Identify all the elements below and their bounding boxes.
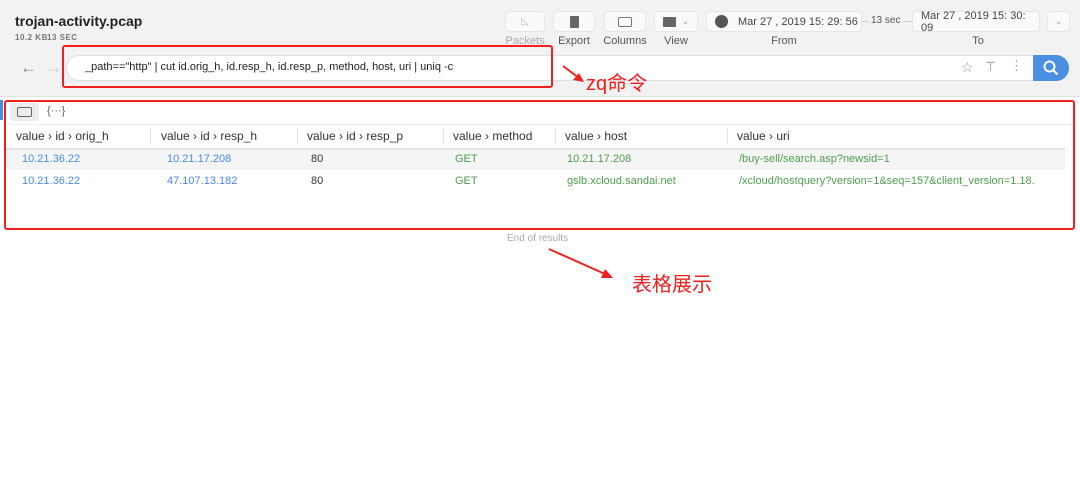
table-annotation: 表格展示 <box>632 274 712 296</box>
arrow-table <box>548 248 606 275</box>
query-annotation: zq命令 <box>586 73 648 95</box>
annotation-arrows <box>548 65 613 278</box>
